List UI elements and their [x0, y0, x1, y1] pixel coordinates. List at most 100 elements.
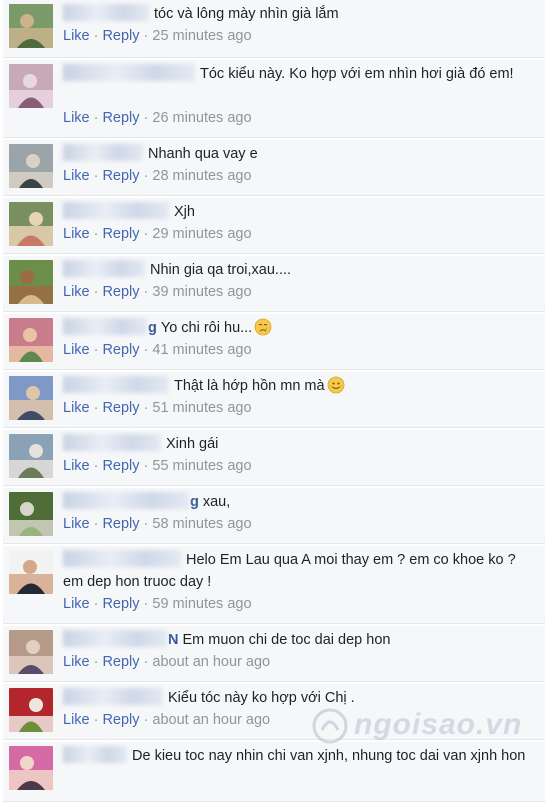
commenter-name-blurred[interactable]: [63, 318, 147, 335]
like-link[interactable]: Like: [63, 400, 90, 416]
avatar-photo: [9, 746, 53, 790]
commenter-name-visible-part[interactable]: g: [190, 494, 199, 510]
separator-dot: ·: [93, 712, 99, 728]
commenter-name-blurred[interactable]: [63, 746, 127, 763]
comment-item: Xjh Like · Reply · 29 minutes ago: [3, 198, 545, 254]
name-blur-fill: [63, 688, 163, 705]
like-link[interactable]: Like: [63, 712, 90, 728]
reply-link[interactable]: Reply: [102, 516, 139, 532]
commenter-name-blurred[interactable]: [63, 260, 145, 277]
reply-link[interactable]: Reply: [102, 596, 139, 612]
comment-body: Thật là hớp hồn mn mà: [63, 375, 537, 397]
commenter-name-blurred[interactable]: [63, 434, 161, 451]
name-blur-fill: [63, 202, 169, 219]
comment-timestamp[interactable]: about an hour ago: [152, 654, 270, 670]
commenter-name-blurred[interactable]: [63, 4, 149, 21]
commenter-avatar[interactable]: [9, 492, 53, 536]
comment-actions: Like · Reply · 59 minutes ago: [63, 594, 252, 614]
comment-timestamp[interactable]: 55 minutes ago: [152, 458, 251, 474]
reply-link[interactable]: Reply: [102, 110, 139, 126]
like-link[interactable]: Like: [63, 596, 90, 612]
commenter-name-blurred[interactable]: [63, 202, 169, 219]
comment-body: Helo Em Lau qua A moi thay em ? em co kh…: [63, 549, 537, 593]
comment-timestamp[interactable]: 26 minutes ago: [152, 110, 251, 126]
name-blur-fill: [63, 746, 127, 763]
commenter-avatar[interactable]: [9, 550, 53, 594]
comment-timestamp[interactable]: 58 minutes ago: [152, 516, 251, 532]
commenter-avatar[interactable]: [9, 688, 53, 732]
commenter-avatar[interactable]: [9, 630, 53, 674]
comment-timestamp[interactable]: 59 minutes ago: [152, 596, 251, 612]
reply-link[interactable]: Reply: [102, 712, 139, 728]
comment-timestamp[interactable]: 29 minutes ago: [152, 226, 251, 242]
avatar-photo: [9, 260, 53, 304]
like-link[interactable]: Like: [63, 168, 90, 184]
avatar-photo: [9, 630, 53, 674]
name-blur-fill: [63, 64, 195, 81]
comment-timestamp[interactable]: 28 minutes ago: [152, 168, 251, 184]
comment-actions: Like · Reply · 41 minutes ago: [63, 340, 252, 360]
reply-link[interactable]: Reply: [102, 458, 139, 474]
like-link[interactable]: Like: [63, 226, 90, 242]
comment-item: g xau, Like · Reply · 58 minutes ago: [3, 488, 545, 544]
commenter-avatar[interactable]: [9, 202, 53, 246]
reply-link[interactable]: Reply: [102, 226, 139, 242]
commenter-name-blurred[interactable]: [63, 688, 163, 705]
reply-link[interactable]: Reply: [102, 168, 139, 184]
avatar-photo: [9, 492, 53, 536]
comment-timestamp[interactable]: 25 minutes ago: [152, 28, 251, 44]
comment-text: Nhin gia qa troi,xau....: [150, 262, 292, 278]
like-link[interactable]: Like: [63, 110, 90, 126]
reply-link[interactable]: Reply: [102, 654, 139, 670]
like-link[interactable]: Like: [63, 654, 90, 670]
like-link[interactable]: Like: [63, 516, 90, 532]
commenter-avatar[interactable]: [9, 144, 53, 188]
commenter-avatar[interactable]: [9, 64, 53, 108]
separator-dot: ·: [143, 458, 149, 474]
name-blur-fill: [63, 550, 181, 567]
commenter-name-blurred[interactable]: [63, 64, 195, 81]
name-blur-fill: [63, 492, 189, 509]
comment-text: Nhanh qua vay e: [148, 146, 258, 162]
comment-item: Nhin gia qa troi,xau.... Like · Reply · 39 mi…: [3, 256, 545, 312]
separator-dot: ·: [93, 516, 99, 532]
commenter-name-blurred[interactable]: [63, 144, 143, 161]
separator-dot: ·: [93, 400, 99, 416]
separator-dot: ·: [93, 596, 99, 612]
like-link[interactable]: Like: [63, 458, 90, 474]
separator-dot: ·: [143, 284, 149, 300]
comment-timestamp[interactable]: 41 minutes ago: [152, 342, 251, 358]
separator-dot: ·: [93, 458, 99, 474]
reply-link[interactable]: Reply: [102, 342, 139, 358]
separator-dot: ·: [93, 168, 99, 184]
like-link[interactable]: Like: [63, 28, 90, 44]
avatar-photo: [9, 4, 53, 48]
comment-timestamp[interactable]: about an hour ago: [152, 712, 270, 728]
commenter-avatar[interactable]: [9, 376, 53, 420]
watermark-logo-icon: [312, 708, 348, 744]
commenter-avatar[interactable]: [9, 260, 53, 304]
comment-item: tóc và lông mày nhìn già lắm Like · Reply · 2…: [3, 0, 545, 58]
commenter-avatar[interactable]: [9, 746, 53, 790]
commenter-name-blurred[interactable]: [63, 376, 169, 393]
name-blur-fill: [63, 376, 169, 393]
reply-link[interactable]: Reply: [102, 28, 139, 44]
commenter-name-visible-part[interactable]: N: [168, 632, 178, 648]
comment-timestamp[interactable]: 51 minutes ago: [152, 400, 251, 416]
commenter-avatar[interactable]: [9, 318, 53, 362]
comment-body: g xau,: [63, 491, 537, 513]
commenter-name-blurred[interactable]: [63, 492, 189, 509]
reply-link[interactable]: Reply: [102, 400, 139, 416]
avatar-photo: [9, 202, 53, 246]
like-link[interactable]: Like: [63, 342, 90, 358]
commenter-name-visible-part[interactable]: g: [148, 320, 157, 336]
reply-link[interactable]: Reply: [102, 284, 139, 300]
commenter-avatar[interactable]: [9, 4, 53, 48]
commenter-name-blurred[interactable]: [63, 550, 181, 567]
comment-text: Thật là hớp hồn mn mà: [174, 378, 325, 394]
commenter-avatar[interactable]: [9, 434, 53, 478]
separator-dot: ·: [143, 516, 149, 532]
commenter-name-blurred[interactable]: [63, 630, 167, 647]
like-link[interactable]: Like: [63, 284, 90, 300]
comment-timestamp[interactable]: 39 minutes ago: [152, 284, 251, 300]
